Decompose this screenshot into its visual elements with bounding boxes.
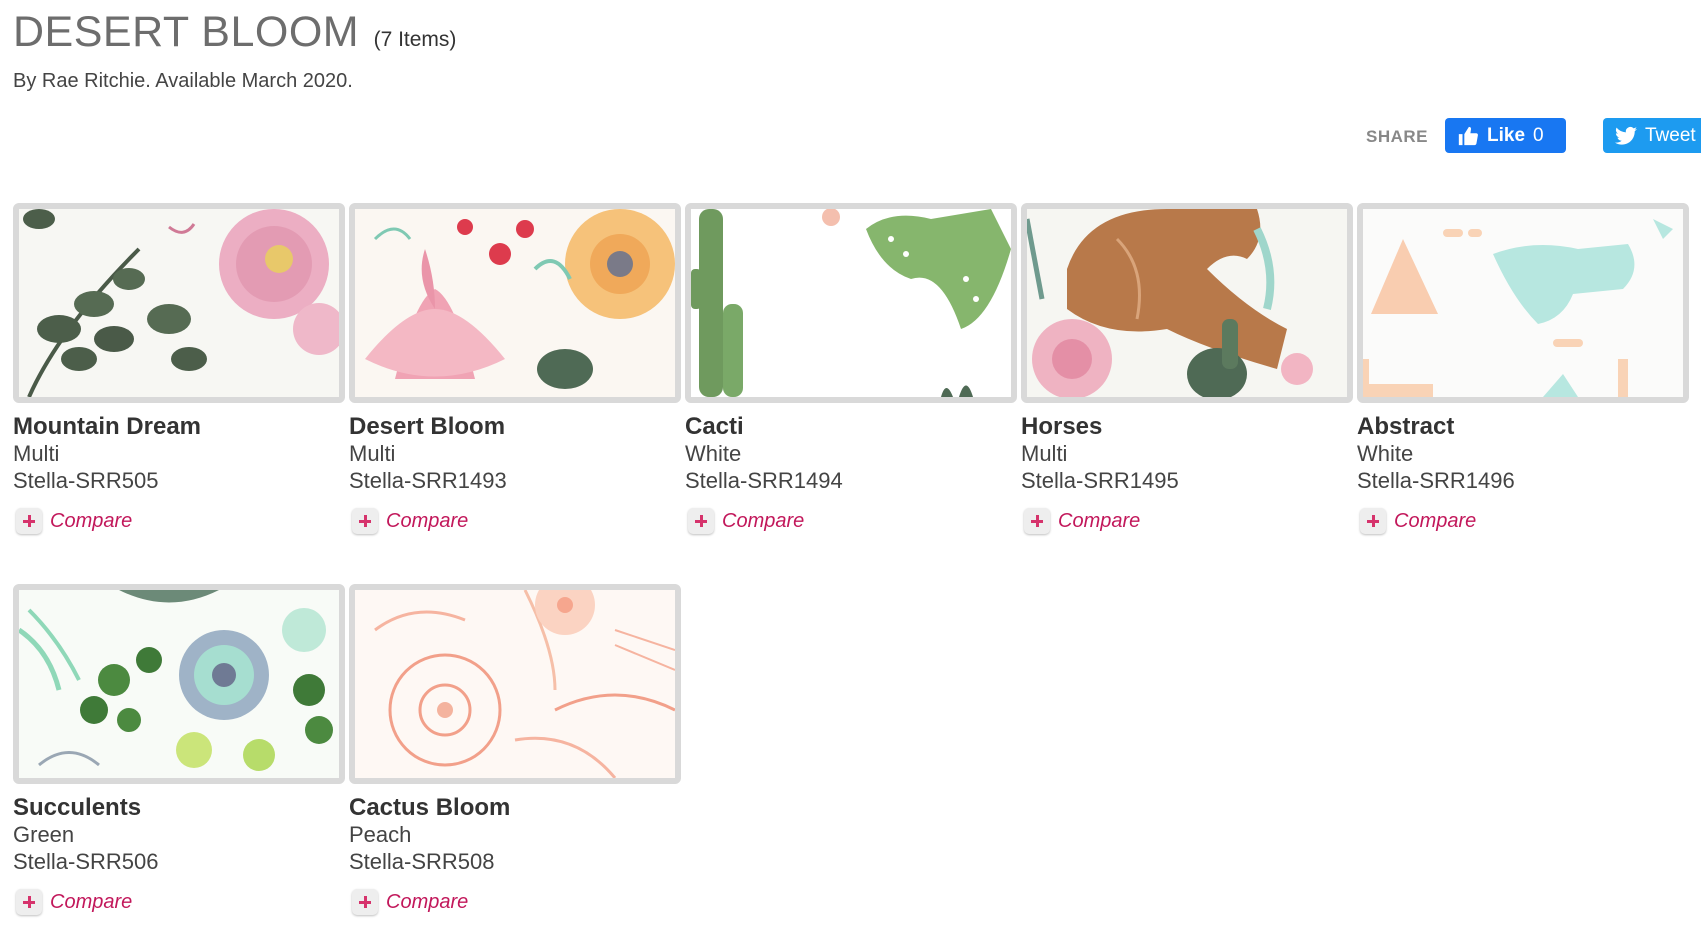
product-color: Green — [13, 822, 75, 847]
product-name: Cacti — [685, 413, 744, 440]
compare-button[interactable]: Compare — [1021, 508, 1353, 534]
product-thumbnail[interactable] — [349, 203, 681, 403]
product-sku: Stella-SRR1494 — [685, 468, 843, 493]
like-label: Like — [1487, 124, 1526, 146]
plus-icon — [352, 889, 378, 915]
tweet-button[interactable]: Tweet — [1603, 118, 1701, 153]
compare-button[interactable]: Compare — [13, 508, 345, 534]
product-color: Peach — [349, 822, 412, 847]
page-title: DESERT BLOOM — [13, 8, 360, 56]
product-color: White — [1357, 441, 1414, 466]
product-sku: Stella-SRR1493 — [349, 468, 507, 493]
product-sku: Stella-SRR506 — [13, 849, 159, 874]
plus-icon — [16, 508, 42, 534]
product-name: Cactus Bloom — [349, 794, 511, 821]
compare-label: Compare — [50, 509, 133, 532]
product-card: Horses Multi Stella-SRR1495 Compare — [1021, 203, 1353, 534]
product-thumbnail[interactable] — [1357, 203, 1689, 403]
product-thumbnail[interactable] — [13, 203, 345, 403]
compare-label: Compare — [50, 890, 133, 913]
plus-icon — [352, 508, 378, 534]
product-name: Desert Bloom — [349, 413, 506, 440]
product-name: Horses — [1021, 413, 1103, 440]
product-color: Multi — [349, 441, 396, 466]
plus-icon — [1360, 508, 1386, 534]
product-sku: Stella-SRR1496 — [1357, 468, 1515, 493]
product-thumbnail[interactable] — [349, 584, 681, 784]
product-sku: Stella-SRR1495 — [1021, 468, 1179, 493]
compare-button[interactable]: Compare — [685, 508, 1017, 534]
product-thumbnail[interactable] — [685, 203, 1017, 403]
product-color: Multi — [1021, 441, 1068, 466]
product-name: Succulents — [13, 794, 142, 821]
compare-button[interactable]: Compare — [13, 889, 345, 915]
compare-label: Compare — [1058, 509, 1141, 532]
twitter-bird-icon — [1615, 126, 1637, 145]
product-name: Mountain Dream — [13, 413, 202, 440]
like-count: 0 — [1533, 124, 1544, 146]
product-card: Desert Bloom Multi Stella-SRR1493 Compar… — [349, 203, 681, 534]
compare-button[interactable]: Compare — [349, 508, 681, 534]
plus-icon — [688, 508, 714, 534]
product-card: Succulents Green Stella-SRR506 Compare — [13, 584, 345, 915]
compare-button[interactable]: Compare — [1357, 508, 1689, 534]
product-thumbnail[interactable] — [1021, 203, 1353, 403]
plus-icon — [16, 889, 42, 915]
tweet-label: Tweet — [1645, 124, 1696, 146]
product-thumbnail[interactable] — [13, 584, 345, 784]
product-sku: Stella-SRR508 — [349, 849, 495, 874]
thumbs-up-icon — [1458, 126, 1478, 145]
product-card: Cactus Bloom Peach Stella-SRR508 Compare — [349, 584, 681, 915]
product-card: Mountain Dream Multi Stella-SRR505 Compa… — [13, 203, 345, 534]
share-label: SHARE — [1366, 127, 1429, 146]
compare-label: Compare — [722, 509, 805, 532]
compare-button[interactable]: Compare — [349, 889, 681, 915]
product-card: Abstract White Stella-SRR1496 Compare — [1357, 203, 1689, 534]
product-name: Abstract — [1357, 413, 1455, 440]
compare-label: Compare — [1394, 509, 1477, 532]
compare-label: Compare — [386, 509, 469, 532]
collection-byline: By Rae Ritchie. Available March 2020. — [13, 70, 353, 92]
facebook-like-button[interactable]: Like 0 — [1445, 118, 1566, 153]
product-sku: Stella-SRR505 — [13, 468, 159, 493]
product-color: White — [685, 441, 742, 466]
product-color: Multi — [13, 441, 60, 466]
page-header: DESERT BLOOM (7 Items) — [13, 8, 456, 57]
product-card: Cacti White Stella-SRR1494 Compare — [685, 203, 1017, 534]
plus-icon — [1024, 508, 1050, 534]
item-count: (7 Items) — [373, 28, 457, 51]
compare-label: Compare — [386, 890, 469, 913]
